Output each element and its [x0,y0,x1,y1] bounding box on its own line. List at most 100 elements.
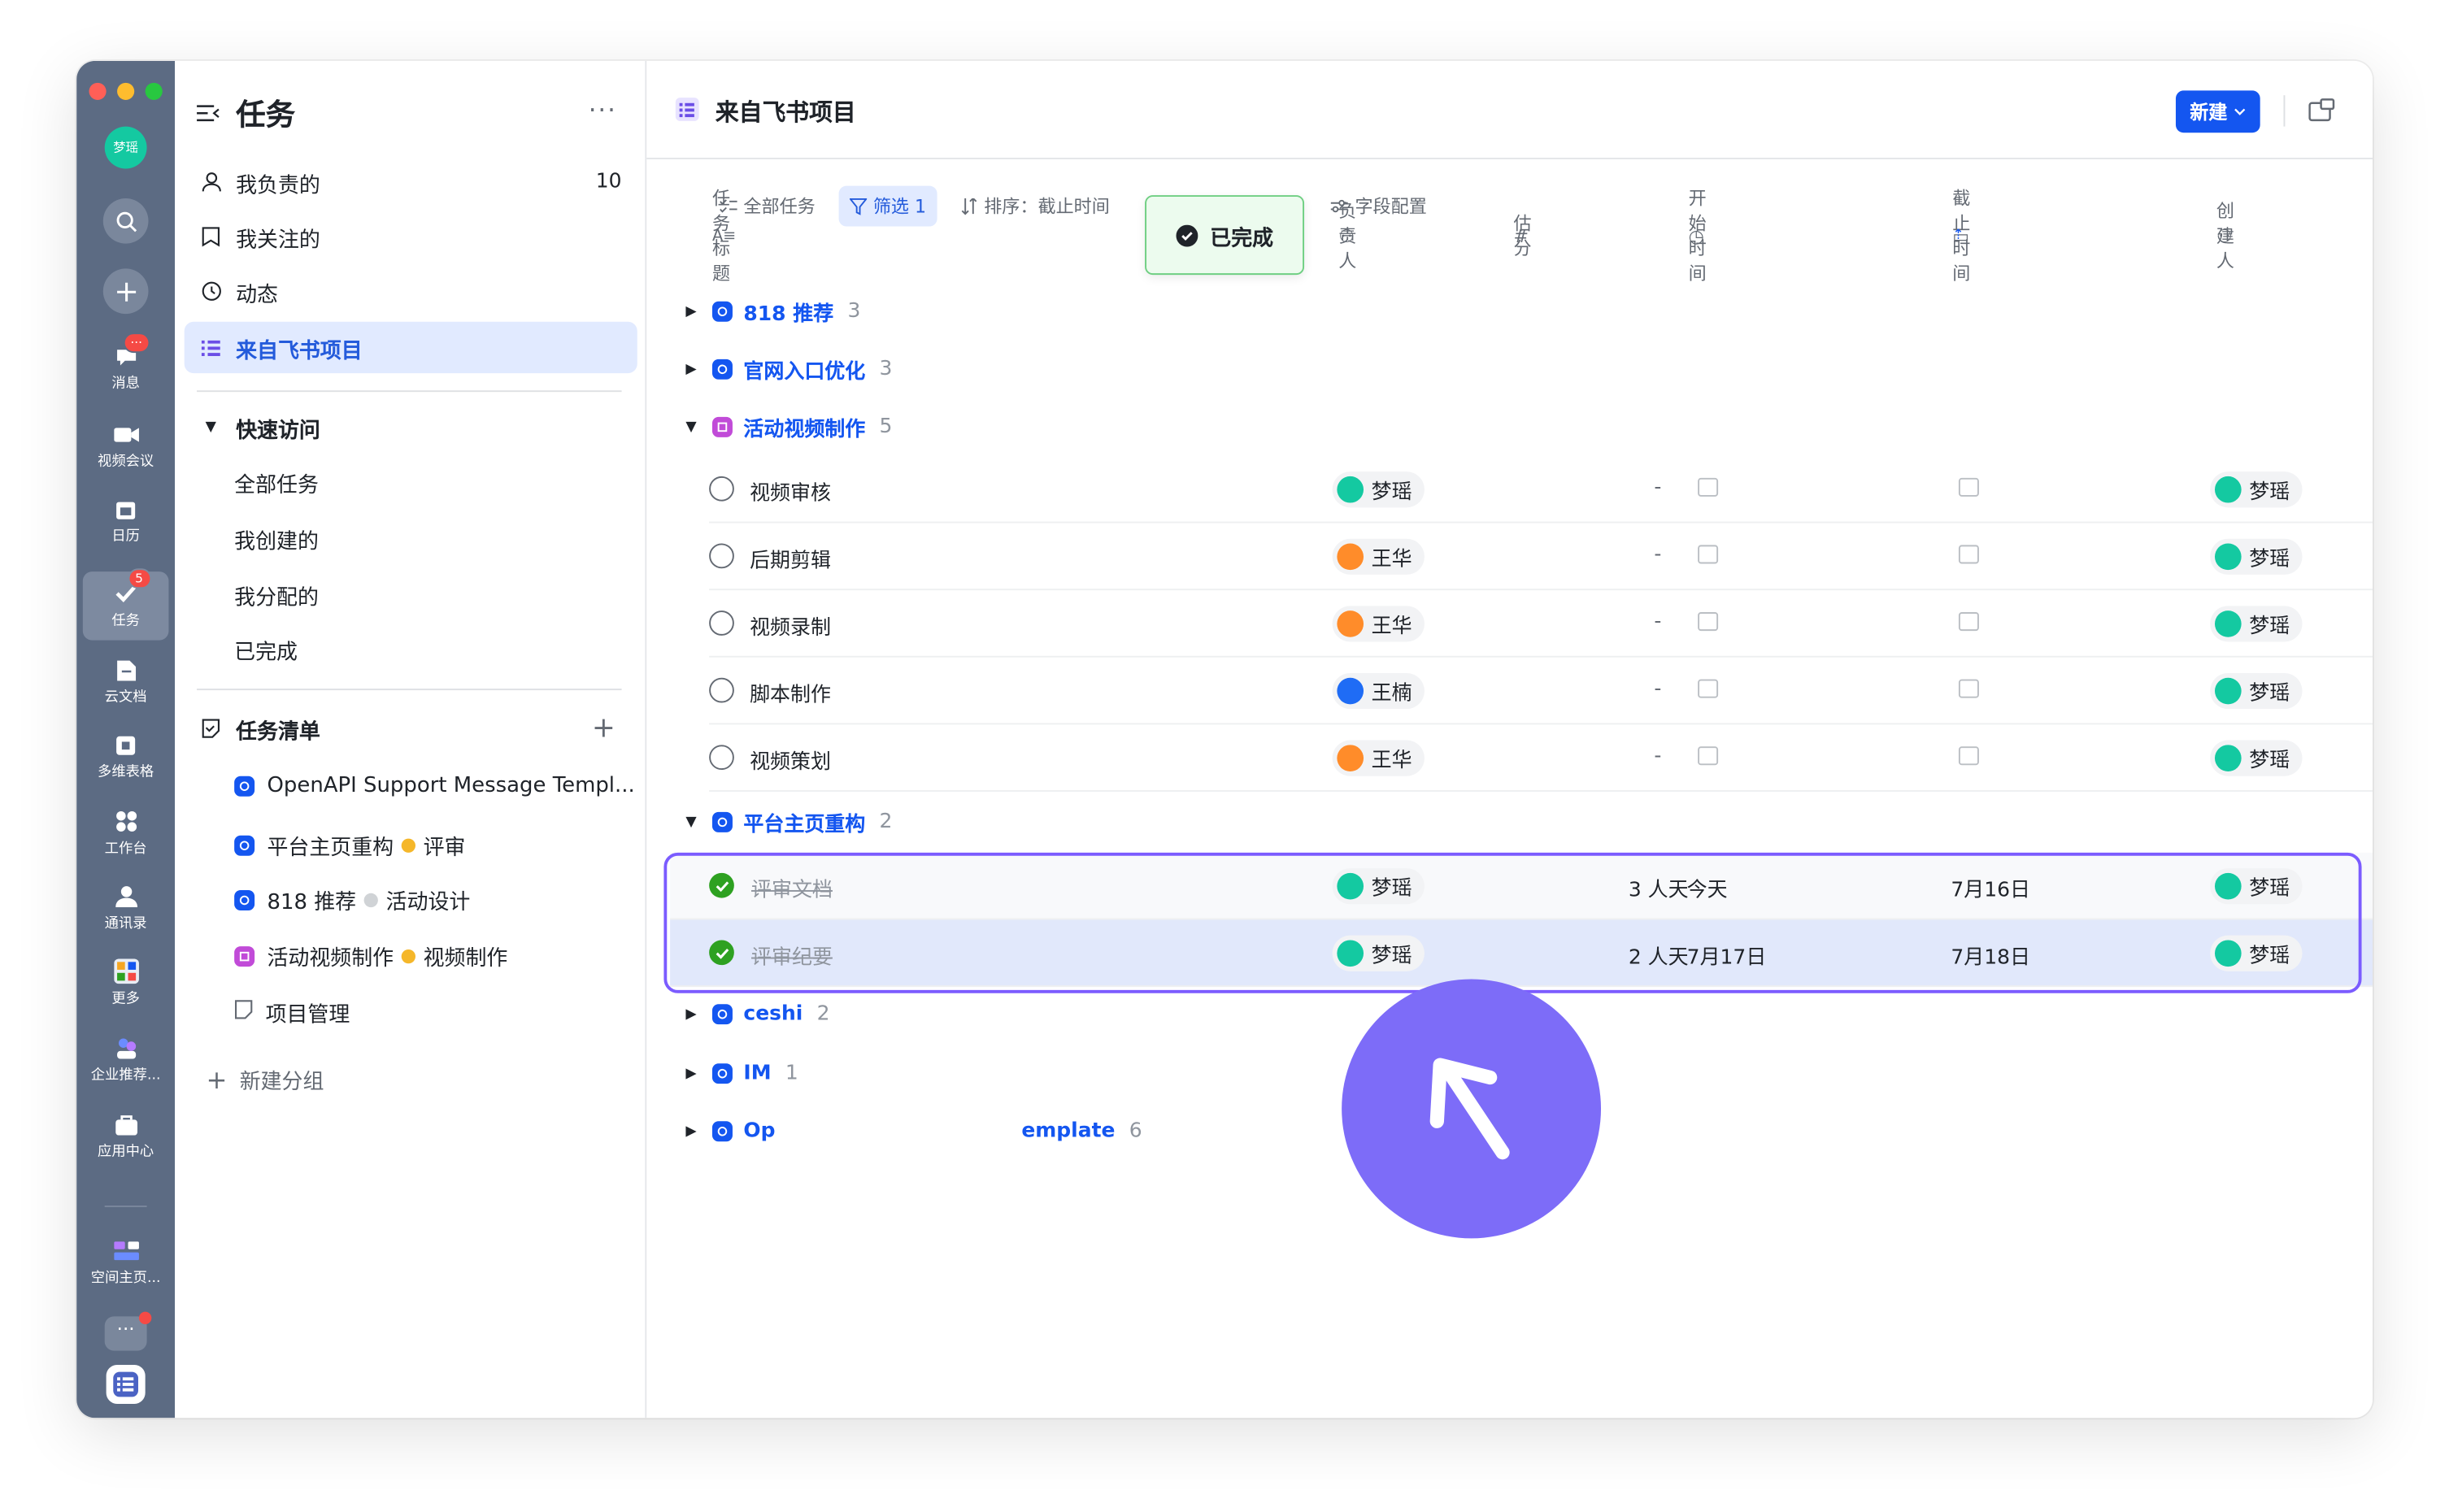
rail-item-app-center[interactable]: 应用中心 [83,1102,169,1171]
rail-item-docs[interactable]: 云文档 [83,648,169,717]
calendar-icon[interactable] [1958,679,1979,698]
task-list-item-video[interactable]: 活动视频制作 视频制作 [234,940,507,971]
task-checkbox[interactable] [709,476,734,502]
assignee-chip[interactable]: 梦瑶 [1332,935,1425,971]
rail-item-more[interactable]: 更多 [83,949,169,1019]
creator-chip[interactable]: 梦瑶 [2210,868,2303,905]
filter-button[interactable]: 筛选 1 [838,185,937,227]
start-time[interactable]: 7月17日 [1687,940,1767,970]
group-row[interactable]: ▼ 平台主页重构 2 [685,807,892,837]
creator-chip[interactable]: 梦瑶 [2210,672,2303,710]
group-row[interactable]: ▶ IM 1 [685,1062,798,1085]
sidebar-item-assigned[interactable]: 我负责的 10 [185,156,637,207]
assignee-chip[interactable]: 王华 [1332,740,1425,776]
rail-item-contacts[interactable]: 通讯录 [83,875,169,944]
task-row[interactable]: 视频策划 王华 - 梦瑶 [709,724,2373,792]
rail-item-base[interactable]: 多维表格 [83,723,169,792]
task-checkbox-checked[interactable] [709,872,734,898]
open-in-window-button[interactable] [2308,98,2335,128]
task-list-item-platform[interactable]: 平台主页重构 评审 [234,829,465,860]
quick-item-created[interactable]: 我创建的 [234,524,319,554]
creator-chip[interactable]: 梦瑶 [2210,740,2303,776]
calendar-icon[interactable] [1698,612,1719,632]
start-time[interactable]: - [1654,610,1661,634]
creator-chip[interactable]: 梦瑶 [2210,935,2303,971]
sort-button[interactable]: 排序：截止时间 [950,186,1120,227]
task-title[interactable]: 脚本制作 [750,678,831,707]
sidebar-item-following[interactable]: 我关注的 [185,211,637,262]
add-list-plus-icon[interactable]: + [592,712,616,745]
task-list-item-pm[interactable]: 项目管理 [234,997,350,1028]
assignee-chip[interactable]: 王楠 [1332,672,1425,710]
group-row[interactable]: ▼ 活动视频制作 5 [685,412,892,442]
rail-item-workplace[interactable]: 工作台 [83,800,169,869]
task-row-completed[interactable]: 评审文档 梦瑶 3 人天 今天 7月16日 梦瑶 [670,852,2373,920]
due-time[interactable]: 7月16日 [1951,873,2030,903]
task-checkbox[interactable] [709,677,734,703]
calendar-icon[interactable] [1958,477,1979,497]
task-title[interactable]: 视频审核 [750,476,831,506]
estimate-value[interactable]: 2 人天 [1564,940,1689,970]
calendar-icon[interactable] [1698,545,1719,564]
calendar-icon[interactable] [1698,746,1719,766]
assignee-chip[interactable]: 梦瑶 [1332,471,1425,508]
rail-item-calendar[interactable]: 日历 [83,487,169,556]
task-title[interactable]: 评审纪要 [751,940,833,970]
new-task-button[interactable]: 新建 [2175,90,2260,133]
assignee-chip[interactable]: 梦瑶 [1332,868,1425,905]
group-row[interactable]: ▶ 官网入口优化 3 [685,354,892,385]
assignee-chip[interactable]: 王华 [1332,606,1425,642]
start-time[interactable]: - [1654,544,1661,567]
sidebar-item-from-feishu-project[interactable]: 来自飞书项目 [184,321,637,374]
quick-access-toggle[interactable]: ▼ 快速访问 [185,402,637,453]
estimate-value[interactable]: 3 人天 [1564,873,1689,903]
start-time[interactable]: - [1654,678,1661,702]
task-list-item-818[interactable]: 818 推荐 活动设计 [234,884,470,915]
task-checkbox-checked[interactable] [709,940,734,966]
task-checkbox[interactable] [709,745,734,771]
rail-item-space-home[interactable]: 空间主页... [83,1229,169,1298]
task-title[interactable]: 后期剪辑 [750,544,831,573]
search-button[interactable] [102,198,149,244]
minimize-window-button[interactable] [117,82,135,100]
workspace-switch-button[interactable] [106,1364,146,1404]
task-row[interactable]: 视频录制 王华 - 梦瑶 [709,590,2373,658]
rail-item-tasks[interactable]: 5 任务 [82,568,169,641]
group-row[interactable]: ▶ 818 推荐 3 [685,297,860,327]
group-row[interactable]: ▶ ceshi 2 [685,1002,829,1026]
collapse-sidebar-icon[interactable] [197,103,220,124]
creator-chip[interactable]: 梦瑶 [2210,538,2303,575]
task-row-completed-selected[interactable]: 评审纪要 梦瑶 2 人天 7月17日 7月18日 梦瑶 [670,919,2373,988]
quick-item-completed[interactable]: 已完成 [234,634,298,666]
new-group-button[interactable]: + 新建分组 [207,1063,324,1094]
quick-item-assigned-by-me[interactable]: 我分配的 [234,580,319,610]
task-checkbox[interactable] [709,543,734,569]
due-time[interactable]: 7月18日 [1951,940,2030,970]
task-title[interactable]: 评审文档 [751,873,833,903]
rail-overflow-button[interactable]: ··· [104,1311,152,1351]
group-row[interactable]: ▶ Op [685,1119,775,1143]
task-row[interactable]: 视频审核 梦瑶 - 梦瑶 [709,456,2373,524]
task-title[interactable]: 视频策划 [750,745,831,775]
sidebar-item-activity[interactable]: 动态 [185,266,637,317]
calendar-icon[interactable] [1698,477,1719,497]
task-row[interactable]: 后期剪辑 王华 - 梦瑶 [709,524,2373,591]
assignee-chip[interactable]: 王华 [1332,538,1425,575]
user-avatar[interactable]: 梦瑶 [104,126,147,169]
task-lists-header[interactable]: 任务清单 + [185,702,637,754]
rail-item-recommend[interactable]: 企业推荐... [83,1026,169,1095]
rail-item-video[interactable]: 视频会议 [83,412,169,481]
start-time[interactable]: - [1654,745,1661,768]
creator-chip[interactable]: 梦瑶 [2210,471,2303,508]
creator-chip[interactable]: 梦瑶 [2210,606,2303,642]
task-row[interactable]: 脚本制作 王楠 - 梦瑶 [709,658,2373,725]
calendar-icon[interactable] [1958,746,1979,766]
group-row-tail[interactable]: emplate 6 [1021,1119,1142,1143]
calendar-icon[interactable] [1698,679,1719,698]
close-window-button[interactable] [89,82,107,100]
maximize-window-button[interactable] [145,82,163,100]
sidebar-more-button[interactable]: ··· [589,95,617,124]
task-title[interactable]: 视频录制 [750,610,831,641]
create-button[interactable] [102,268,149,315]
quick-item-all-tasks[interactable]: 全部任务 [234,467,319,498]
